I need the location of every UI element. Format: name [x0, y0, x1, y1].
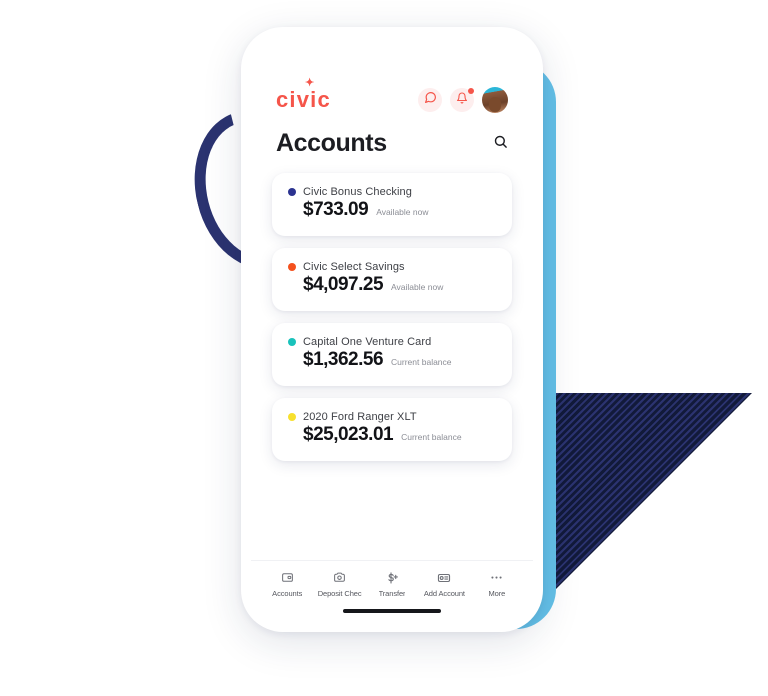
account-color-dot [288, 412, 296, 421]
account-color-dot [288, 337, 296, 346]
tab-accounts[interactable]: Accounts [261, 570, 313, 598]
tab-transfer[interactable]: Transfer [366, 570, 418, 598]
header-icon-group [418, 87, 508, 113]
account-card-header: Civic Select Savings [288, 261, 496, 273]
dollar-transfer-icon [385, 570, 399, 585]
account-amount: $1,362.56 [303, 348, 384, 370]
tab-add-account[interactable]: Add Account [418, 570, 470, 598]
add-card-icon [437, 570, 451, 585]
civic-logo: ✦ civic [276, 78, 331, 112]
tab-label: More [488, 589, 506, 598]
account-card-header: Civic Bonus Checking [288, 186, 496, 198]
account-card-body: $25,023.01 Current balance [288, 424, 496, 446]
page-title: Accounts [276, 129, 387, 157]
account-amount: $733.09 [303, 198, 369, 220]
page-title-row: Accounts [251, 117, 533, 158]
mockup-stage: ✦ civic Accounts Civic Bonus Checking $7… [0, 0, 768, 696]
tab-more[interactable]: More [471, 570, 523, 598]
account-card-body: $4,097.25 Available now [288, 274, 496, 296]
search-icon[interactable] [493, 134, 508, 154]
chat-bubble-icon [424, 91, 437, 109]
account-card-header: Capital One Venture Card [288, 336, 496, 348]
account-card-body: $733.09 Available now [288, 199, 496, 221]
account-caption: Current balance [391, 356, 452, 367]
app-header: ✦ civic [251, 37, 533, 117]
ellipsis-icon [489, 570, 504, 585]
bottom-tab-bar: Accounts Deposit Chec Transfer Add Accou… [251, 560, 533, 598]
account-card-header: 2020 Ford Ranger XLT [288, 411, 496, 423]
logo-text: civic [276, 87, 331, 112]
account-caption: Available now [376, 206, 429, 217]
tab-label: Accounts [272, 589, 303, 598]
home-indicator [343, 609, 441, 613]
logo-star-icon: ✦ [305, 77, 316, 89]
chat-button[interactable] [418, 88, 442, 112]
account-card[interactable]: Civic Select Savings $4,097.25 Available… [272, 247, 512, 311]
phone-screen: ✦ civic Accounts Civic Bonus Checking $7… [251, 37, 533, 622]
notification-badge [468, 88, 474, 94]
avatar[interactable] [482, 87, 508, 113]
bell-icon [456, 91, 468, 109]
tab-label: Deposit Chec [317, 589, 362, 598]
account-name: Capital One Venture Card [303, 335, 432, 348]
account-name: 2020 Ford Ranger XLT [303, 410, 417, 423]
account-card[interactable]: Civic Bonus Checking $733.09 Available n… [272, 172, 512, 236]
phone-frame: ✦ civic Accounts Civic Bonus Checking $7… [241, 27, 543, 632]
notifications-button[interactable] [450, 88, 474, 112]
account-name: Civic Select Savings [303, 260, 405, 273]
account-name: Civic Bonus Checking [303, 185, 412, 198]
account-color-dot [288, 262, 296, 271]
account-card-body: $1,362.56 Current balance [288, 349, 496, 371]
accounts-list: Civic Bonus Checking $733.09 Available n… [251, 158, 533, 561]
tab-label: Add Account [423, 589, 465, 598]
account-amount: $4,097.25 [303, 273, 384, 295]
account-caption: Current balance [401, 431, 462, 442]
account-color-dot [288, 187, 296, 196]
tab-deposit-check[interactable]: Deposit Chec [313, 570, 365, 598]
account-amount: $25,023.01 [303, 423, 394, 445]
home-indicator-area [251, 598, 533, 622]
tab-label: Transfer [378, 589, 406, 598]
wallet-icon [281, 570, 294, 585]
account-card[interactable]: 2020 Ford Ranger XLT $25,023.01 Current … [272, 397, 512, 461]
account-caption: Available now [391, 281, 444, 292]
camera-icon [333, 570, 346, 585]
account-card[interactable]: Capital One Venture Card $1,362.56 Curre… [272, 322, 512, 386]
hatched-triangle-decoration [556, 393, 752, 589]
